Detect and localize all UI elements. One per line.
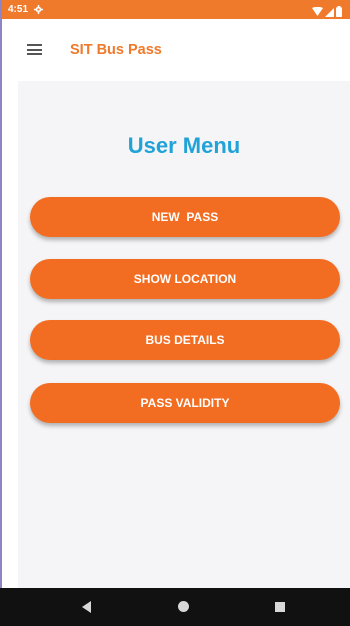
show-location-button[interactable]: SHOW LOCATION (30, 259, 340, 299)
hamburger-menu-icon[interactable] (27, 44, 42, 55)
bus-details-button[interactable]: BUS DETAILS (30, 320, 340, 360)
back-icon[interactable] (82, 601, 91, 613)
settings-icon (34, 5, 44, 14)
window-edge (0, 0, 2, 588)
status-time: 4:51 (8, 4, 29, 15)
app-title: SIT Bus Pass (70, 42, 162, 58)
phone-screen: 4:51 SIT Bus Pass User Menu NEW PASS SHO… (0, 0, 350, 626)
navigation-bar (0, 588, 350, 626)
status-bar: 4:51 (2, 0, 350, 19)
new-pass-button[interactable]: NEW PASS (30, 197, 340, 237)
pass-validity-button[interactable]: PASS VALIDITY (30, 383, 340, 423)
page-title: User Menu (127, 133, 241, 158)
recents-icon[interactable] (275, 602, 285, 612)
user-menu-panel: User Menu NEW PASS SHOW LOCATION BUS DET… (18, 81, 350, 588)
app-bar: SIT Bus Pass (2, 19, 350, 81)
home-icon[interactable] (178, 601, 189, 612)
